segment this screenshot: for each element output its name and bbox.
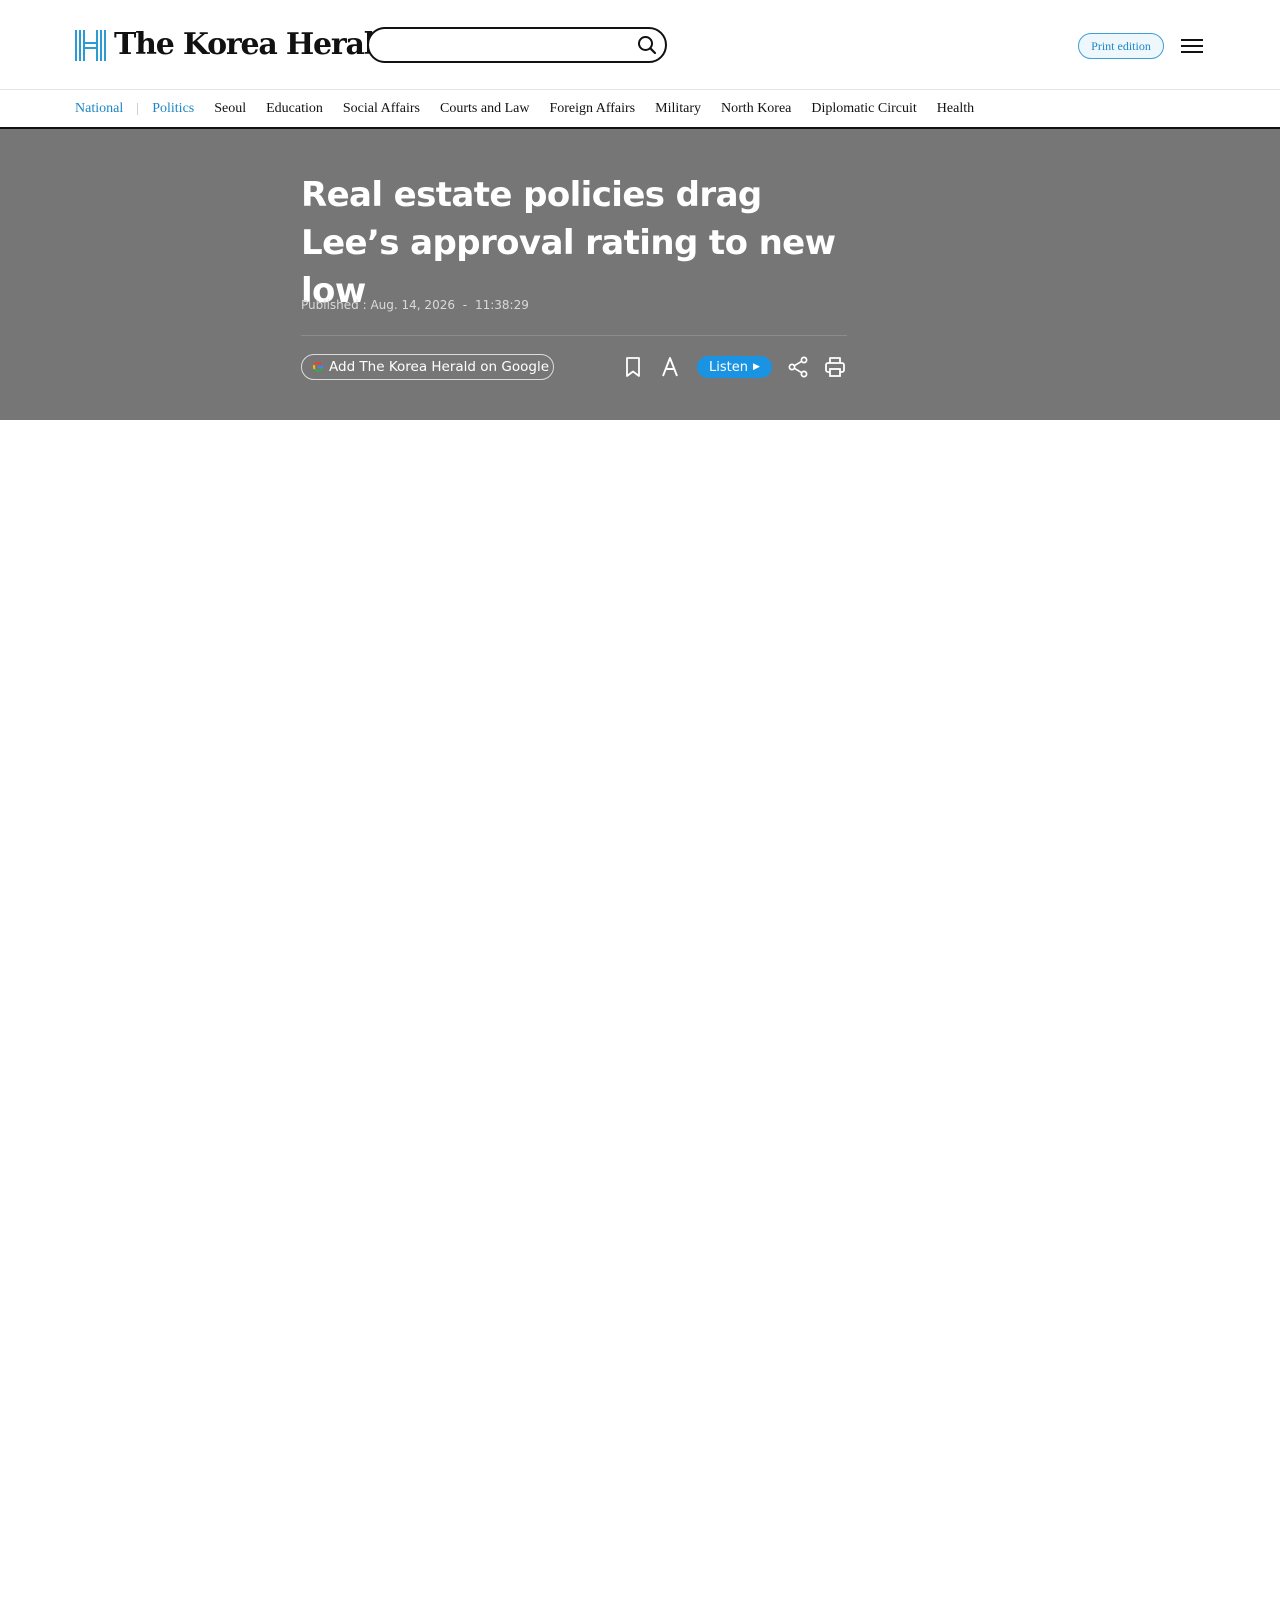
listen-button[interactable]: Listen ▶ [697, 356, 772, 378]
article-headline: Real estate policies drag Lee’s approval… [301, 175, 836, 311]
search-button[interactable] [637, 35, 657, 55]
print-button[interactable] [823, 355, 847, 379]
search-icon [638, 36, 657, 55]
printer-icon [825, 357, 845, 377]
add-on-google-button[interactable]: Add The Korea Herald on Google [301, 354, 554, 380]
site-header: The Korea Herald Print edition [0, 0, 1280, 90]
menu-button[interactable] [1181, 37, 1203, 55]
article-body-placeholder [0, 420, 1280, 1600]
published-separator: - [462, 298, 468, 312]
nav-divider [137, 102, 139, 115]
nav-item-seoul[interactable]: Seoul [214, 101, 246, 117]
article-hero: Real estate policies drag Lee’s approval… [0, 129, 1280, 420]
nav-item-politics[interactable]: Politics [152, 101, 194, 117]
hero-divider [301, 335, 847, 336]
listen-label: Listen [709, 359, 749, 375]
search-box [367, 27, 667, 63]
nav-item-north-korea[interactable]: North Korea [721, 101, 791, 117]
bookmark-icon [626, 357, 640, 377]
nav-item-military[interactable]: Military [655, 101, 701, 117]
font-size-button[interactable] [658, 355, 682, 379]
site-logo[interactable]: The Korea Herald [75, 27, 395, 62]
nav-item-health[interactable]: Health [937, 101, 974, 117]
published-label: Published : [301, 298, 367, 312]
search-input[interactable] [383, 29, 623, 61]
nav-item-courts-and-law[interactable]: Courts and Law [440, 101, 529, 117]
section-nav: National Politics Seoul Education Social… [0, 90, 1280, 129]
published-date: Aug. 14, 2026 [370, 298, 455, 312]
share-icon [788, 356, 808, 378]
published-time: 11:38:29 [474, 298, 529, 312]
nav-item-foreign-affairs[interactable]: Foreign Affairs [549, 101, 635, 117]
logo-wordmark: The Korea Herald [114, 27, 395, 62]
herald-h-mark-icon [75, 29, 106, 61]
print-edition-button[interactable]: Print edition [1078, 33, 1164, 59]
font-size-icon [662, 357, 678, 377]
hamburger-icon [1181, 39, 1203, 53]
nav-section-national[interactable]: National [75, 101, 123, 117]
add-on-google-label: Add The Korea Herald on Google [329, 359, 549, 375]
play-arrow-icon: ▶ [753, 361, 760, 372]
published-info: Published : Aug. 14, 2026 - 11:38:29 [301, 298, 529, 312]
nav-item-social-affairs[interactable]: Social Affairs [343, 101, 420, 117]
nav-item-education[interactable]: Education [266, 101, 323, 117]
bookmark-button[interactable] [621, 355, 645, 379]
share-button[interactable] [786, 355, 810, 379]
google-g-icon [313, 362, 323, 373]
nav-item-diplomatic-circuit[interactable]: Diplomatic Circuit [811, 101, 916, 117]
